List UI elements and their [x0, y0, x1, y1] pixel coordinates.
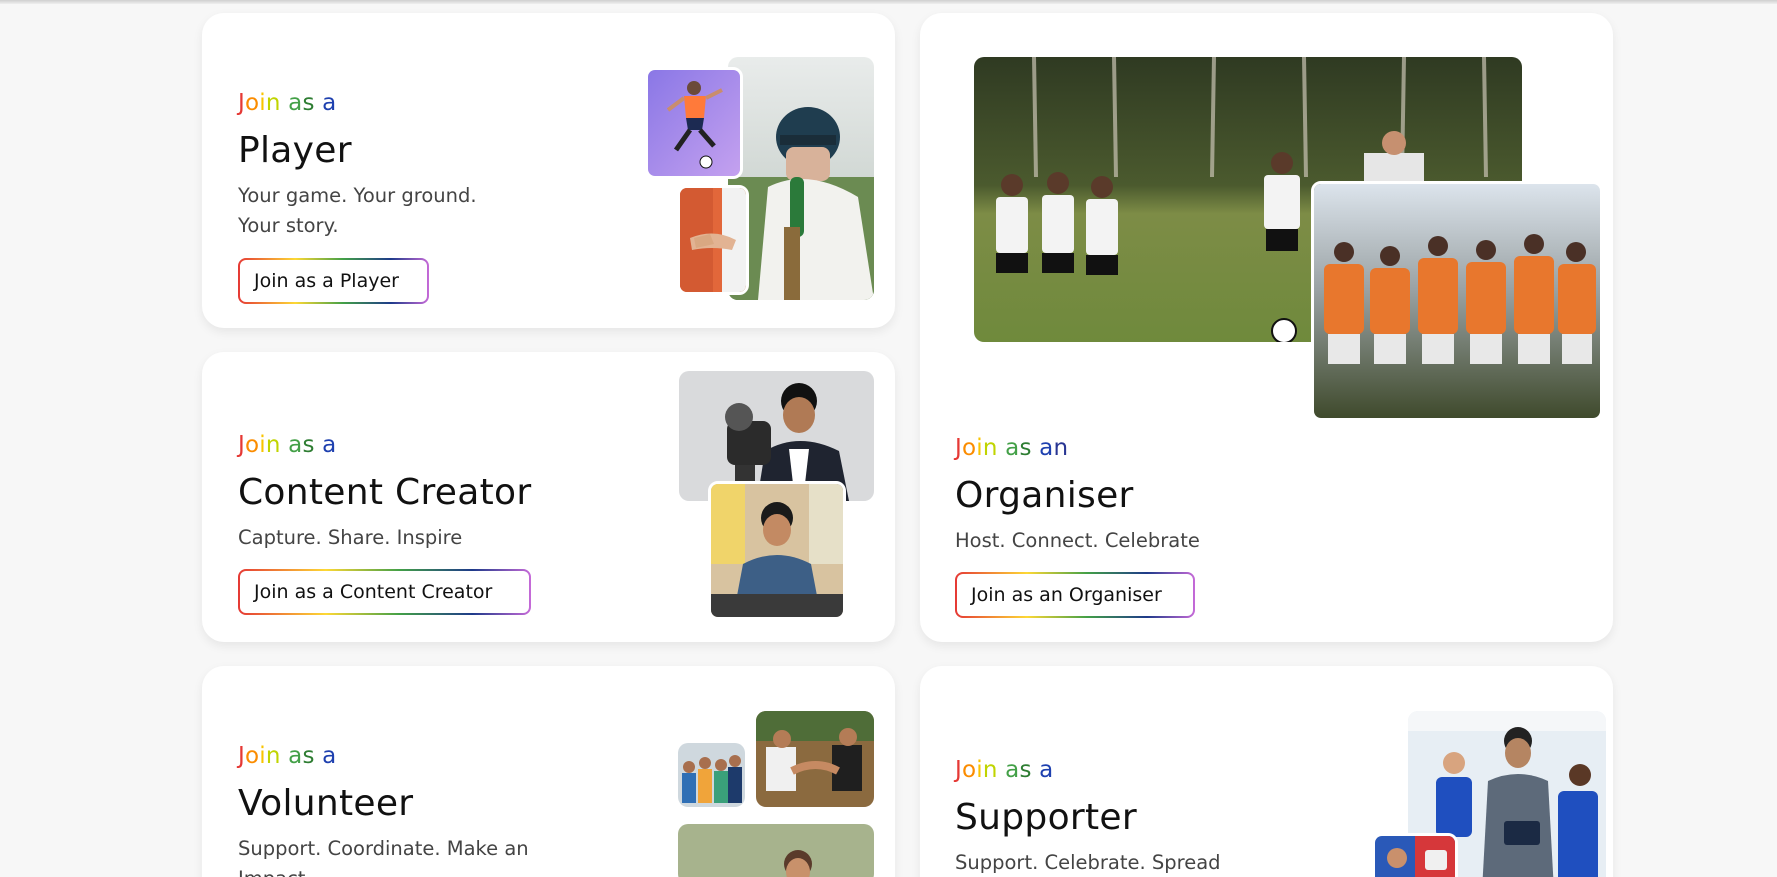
eyebrow-letter: a: [322, 90, 337, 116]
eyebrow-letter: i: [259, 432, 266, 458]
eyebrow-letter: s: [302, 90, 315, 116]
player-card: Join as a Player Your game. Your ground.…: [202, 13, 895, 328]
eyebrow-letter: o: [961, 435, 977, 461]
cricket-batsman-photo: [728, 57, 874, 300]
organiser-title: Organiser: [955, 475, 1134, 516]
eyebrow-letter: o: [244, 432, 260, 458]
player-desc-line-1: Your game. Your ground.: [238, 184, 477, 207]
supporter-desc-line-1: Support. Celebrate. Spread: [955, 851, 1221, 874]
join-player-button[interactable]: Join as a Player: [238, 258, 429, 304]
supporter-title: Supporter: [955, 797, 1137, 838]
content-creator-card: Join as a Content Creator Capture. Share…: [202, 352, 895, 642]
handshake-photo: [677, 185, 749, 295]
volunteer-desc-line-1: Support. Coordinate. Make an: [238, 837, 529, 860]
join-organiser-button-label: Join as an Organiser: [957, 574, 1193, 616]
eyebrow-letter: s: [302, 743, 315, 769]
eyebrow-letter: a: [288, 743, 303, 769]
eyebrow-letter: s: [302, 432, 315, 458]
eyebrow-letter: a: [322, 432, 337, 458]
creator-description: Capture. Share. Inspire: [238, 523, 462, 553]
player-description: Your game. Your ground. Your story.: [238, 181, 477, 241]
eyebrow-letter: [281, 743, 289, 769]
creator-eyebrow: Join as a: [238, 432, 336, 458]
organiser-card: Join as an Organiser Host. Connect. Cele…: [920, 13, 1613, 642]
volunteer-crowd-photo: [678, 824, 874, 877]
eyebrow-letter: [1032, 757, 1040, 783]
supporter-card: Join as a Supporter Support. Celebrate. …: [920, 666, 1613, 877]
creator-desc-line-1: Capture. Share. Inspire: [238, 526, 463, 549]
eyebrow-letter: n: [982, 435, 998, 461]
organiser-desc-line-1: Host. Connect. Celebrate: [955, 529, 1200, 552]
eyebrow-letter: s: [1019, 435, 1032, 461]
eyebrow-letter: a: [1005, 435, 1020, 461]
volunteer-card: Join as a Volunteer Support. Coordinate.…: [202, 666, 895, 877]
eyebrow-letter: [998, 757, 1006, 783]
eyebrow-letter: [998, 435, 1006, 461]
eyebrow-letter: a: [322, 743, 337, 769]
eyebrow-letter: n: [1053, 435, 1069, 461]
eyebrow-letter: J: [238, 432, 245, 458]
top-scroll-shadow: [0, 0, 1777, 4]
eyebrow-letter: i: [976, 435, 983, 461]
eyebrow-letter: n: [265, 90, 281, 116]
volunteer-desc-line-2: Impact: [238, 864, 529, 877]
join-content-creator-button-label: Join as a Content Creator: [240, 571, 529, 613]
supporter-description: Support. Celebrate. Spread: [955, 848, 1221, 877]
eyebrow-letter: [315, 90, 323, 116]
join-player-button-label: Join as a Player: [240, 260, 427, 302]
creator-at-desk-photo: [708, 481, 846, 620]
organiser-eyebrow: Join as an: [955, 435, 1068, 461]
eyebrow-letter: [281, 432, 289, 458]
eyebrow-letter: o: [244, 90, 260, 116]
supporter-small-photo: [1372, 833, 1458, 877]
eyebrow-letter: a: [288, 90, 303, 116]
creator-title: Content Creator: [238, 472, 532, 513]
eyebrow-letter: J: [955, 435, 962, 461]
eyebrow-letter: n: [265, 432, 281, 458]
join-organiser-button[interactable]: Join as an Organiser: [955, 572, 1195, 618]
eyebrow-letter: s: [1019, 757, 1032, 783]
eyebrow-letter: J: [238, 743, 245, 769]
eyebrow-letter: i: [976, 757, 983, 783]
volunteer-group-photo: [678, 743, 745, 807]
eyebrow-letter: a: [1039, 757, 1054, 783]
player-desc-line-2: Your story.: [238, 214, 339, 237]
organiser-description: Host. Connect. Celebrate: [955, 526, 1200, 556]
player-eyebrow: Join as a: [238, 90, 336, 116]
eyebrow-letter: [315, 432, 323, 458]
eyebrow-letter: a: [288, 432, 303, 458]
eyebrow-letter: J: [238, 90, 245, 116]
volunteer-title: Volunteer: [238, 783, 414, 824]
eyebrow-letter: n: [265, 743, 281, 769]
eyebrow-letter: o: [244, 743, 260, 769]
eyebrow-letter: [281, 90, 289, 116]
join-content-creator-button[interactable]: Join as a Content Creator: [238, 569, 531, 615]
eyebrow-letter: a: [1005, 757, 1020, 783]
player-title: Player: [238, 130, 352, 171]
volunteer-eyebrow: Join as a: [238, 743, 336, 769]
team-huddle-photo: [1311, 181, 1603, 421]
eyebrow-letter: a: [1039, 435, 1054, 461]
eyebrow-letter: n: [982, 757, 998, 783]
eyebrow-letter: [315, 743, 323, 769]
eyebrow-letter: i: [259, 90, 266, 116]
eyebrow-letter: J: [955, 757, 962, 783]
footballer-kicking-photo: [645, 67, 743, 179]
supporter-eyebrow: Join as a: [955, 757, 1053, 783]
eyebrow-letter: i: [259, 743, 266, 769]
eyebrow-letter: o: [961, 757, 977, 783]
volunteer-hands-photo: [756, 711, 874, 807]
eyebrow-letter: [1032, 435, 1040, 461]
volunteer-description: Support. Coordinate. Make an Impact: [238, 834, 529, 877]
